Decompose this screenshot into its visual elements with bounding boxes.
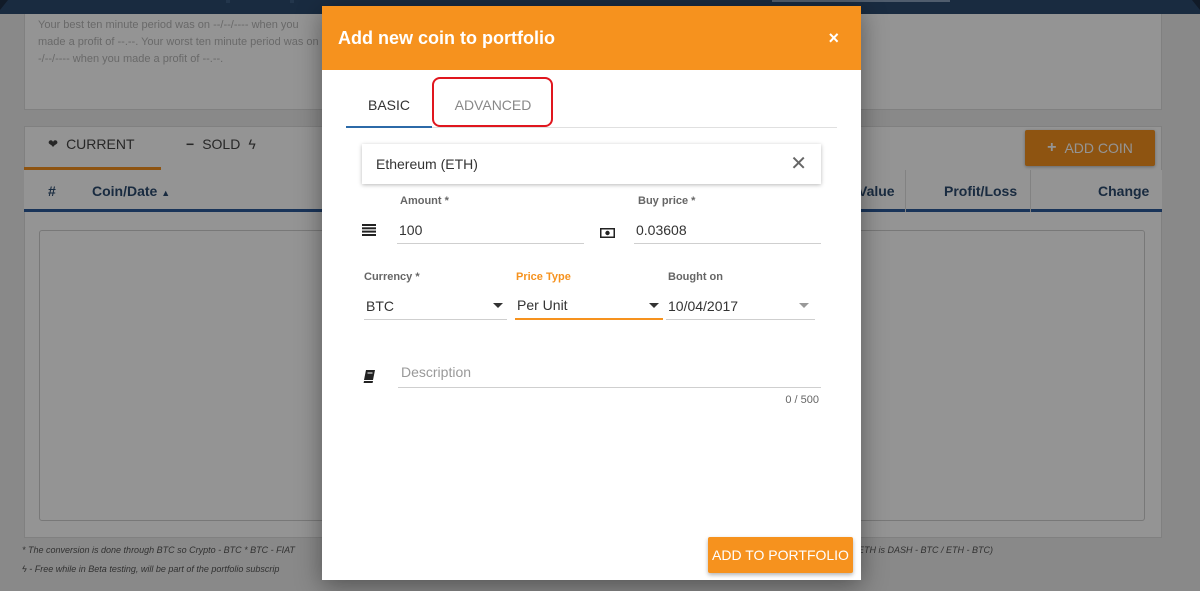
book-icon [363, 370, 375, 386]
bought-on-date-picker[interactable]: 10/04/2017 [666, 292, 815, 320]
currency-value: BTC [366, 297, 394, 314]
amount-label: Amount * [400, 195, 449, 207]
modal-header: Add new coin to portfolio × [322, 6, 861, 70]
bought-on-value: 10/04/2017 [668, 297, 739, 314]
chevron-down-icon [493, 303, 503, 308]
currency-select[interactable]: BTC [364, 292, 507, 320]
price-type-label: Price Type [516, 271, 571, 283]
description-char-count: 0 / 500 [785, 394, 819, 406]
description-placeholder: Description [401, 363, 472, 380]
add-coin-modal: Add new coin to portfolio × BASIC ADVANC… [322, 6, 861, 580]
amount-value: 100 [399, 221, 423, 238]
modal-tabs: BASIC ADVANCED [346, 82, 837, 128]
chevron-down-icon [799, 303, 809, 308]
buy-price-label: Buy price * [638, 195, 696, 207]
add-to-portfolio-button[interactable]: ADD TO PORTFOLIO [708, 537, 853, 573]
price-type-select[interactable]: Per Unit [515, 292, 663, 320]
stack-icon [362, 224, 376, 239]
coin-select-value: Ethereum (ETH) [376, 156, 478, 172]
modal-title: Add new coin to portfolio [338, 27, 555, 48]
tab-basic-indicator [346, 126, 432, 128]
amount-input[interactable]: 100 [397, 216, 584, 244]
chevron-down-icon [649, 302, 659, 308]
description-input[interactable]: Description [398, 356, 821, 388]
clear-icon[interactable]: ✕ [790, 154, 807, 174]
tab-basic[interactable]: BASIC [346, 82, 432, 128]
close-icon[interactable]: × [828, 28, 839, 49]
advanced-tab-highlight [432, 77, 553, 127]
bought-on-label: Bought on [668, 271, 723, 283]
buy-price-input[interactable]: 0.03608 [634, 216, 821, 244]
buy-price-value: 0.03608 [636, 221, 687, 238]
coin-select[interactable]: Ethereum (ETH) ✕ [362, 144, 821, 184]
currency-label: Currency * [364, 271, 420, 283]
money-icon [600, 226, 615, 241]
price-type-value: Per Unit [517, 297, 568, 313]
